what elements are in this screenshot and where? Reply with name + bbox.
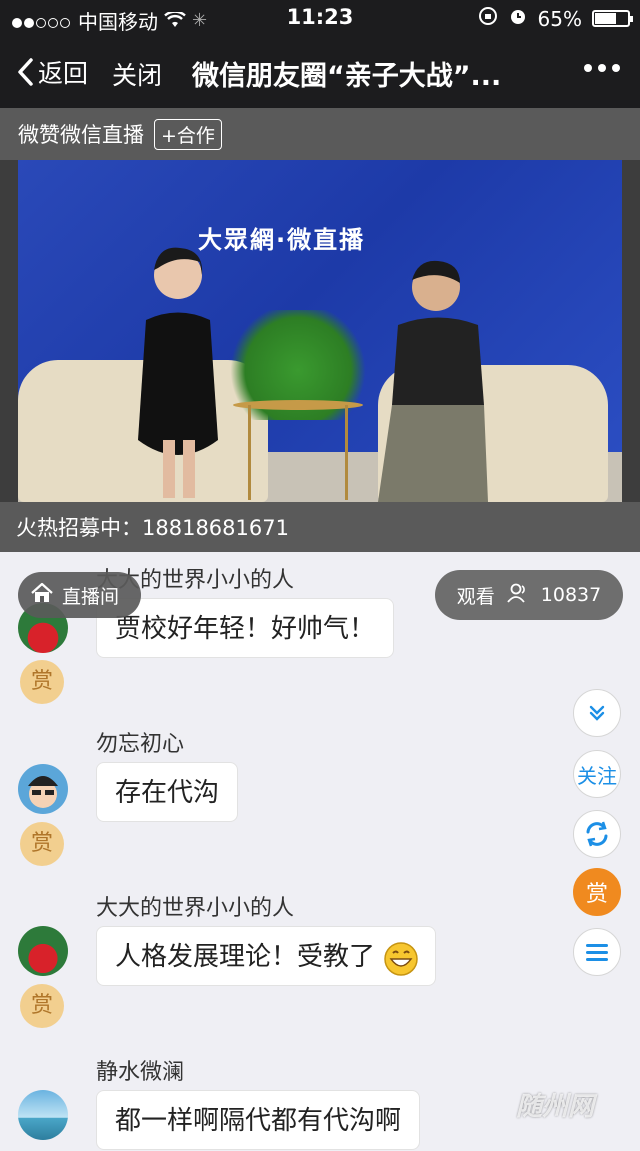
menu-button[interactable]	[573, 928, 621, 976]
video-frame: 大眾網·微直播	[18, 160, 622, 502]
site-watermark: 随州网	[516, 1092, 595, 1122]
message-bubble: 人格发展理论！受教了	[96, 926, 437, 986]
back-button[interactable]: 返回	[16, 54, 88, 90]
more-dot-icon	[584, 64, 592, 72]
nav-bar: 返回 关闭 微信朋友圈“亲子大战”...	[0, 36, 640, 108]
host-figure	[138, 247, 218, 498]
avatar[interactable]	[18, 1090, 68, 1140]
close-button[interactable]: 关闭	[112, 56, 162, 92]
live-room-button[interactable]: 直播间	[18, 572, 141, 618]
scroll-down-button[interactable]	[573, 689, 621, 737]
live-room-label: 直播间	[62, 585, 120, 608]
double-chevron-down-icon	[589, 705, 605, 721]
user-icon	[507, 583, 529, 608]
sender-name: 大大的世界小小的人	[96, 896, 295, 921]
menu-icon	[586, 944, 608, 961]
viewer-count-badge: 观看 10837	[435, 570, 623, 620]
follow-button[interactable]: 关注	[573, 750, 621, 798]
grinning-emoji-icon	[383, 939, 419, 999]
home-icon	[30, 582, 54, 609]
live-channel-header: 微赞微信直播 +合作	[0, 108, 640, 160]
viewers-count: 10837	[540, 584, 602, 606]
message-text: 人格发展理论！受教了	[115, 942, 376, 972]
more-options-button[interactable]	[584, 64, 620, 72]
battery-percent: 65%	[537, 6, 582, 31]
sender-name: 静水微澜	[96, 1060, 185, 1085]
reward-badge[interactable]: 赏	[20, 660, 64, 704]
viewers-label: 观看	[456, 585, 495, 608]
reward-button[interactable]: 赏	[573, 868, 621, 916]
page-title: 微信朋友圈“亲子大战”...	[192, 61, 502, 92]
rotation-lock-icon	[478, 6, 498, 31]
refresh-icon	[586, 821, 608, 847]
recruit-banner: 火热招募中：18818681671	[0, 502, 640, 552]
status-right: 65%	[478, 6, 633, 31]
battery-icon	[592, 10, 633, 27]
chevron-left-icon	[18, 58, 33, 86]
more-dot-icon	[612, 64, 620, 72]
message-bubble: 存在代沟	[96, 762, 239, 822]
reward-badge[interactable]: 赏	[20, 984, 64, 1028]
side-table	[248, 405, 348, 500]
live-video-player[interactable]: 大眾網·微直播	[0, 160, 640, 502]
avatar[interactable]	[18, 926, 68, 976]
back-label: 返回	[38, 59, 89, 88]
status-bar: 中国移动 ✳ 11:23 65%	[0, 0, 640, 36]
cooperate-button[interactable]: +合作	[154, 118, 222, 150]
alarm-icon	[508, 6, 528, 31]
more-dot-icon	[598, 64, 606, 72]
refresh-button[interactable]	[573, 810, 621, 858]
avatar[interactable]	[18, 764, 68, 814]
guest-figure	[378, 260, 488, 502]
chat-feed[interactable]: 大大的世界小小的人 贾校好年轻！好帅气！ 赏 勿忘初心 存在代沟 赏 大大的世界…	[0, 552, 640, 1150]
reward-badge[interactable]: 赏	[20, 822, 64, 866]
message-bubble: 贾校好年轻！好帅气！	[96, 598, 395, 658]
sender-name: 勿忘初心	[96, 732, 185, 757]
message-bubble: 都一样啊隔代都有代沟啊	[96, 1090, 421, 1150]
channel-name[interactable]: 微赞微信直播	[18, 119, 144, 149]
